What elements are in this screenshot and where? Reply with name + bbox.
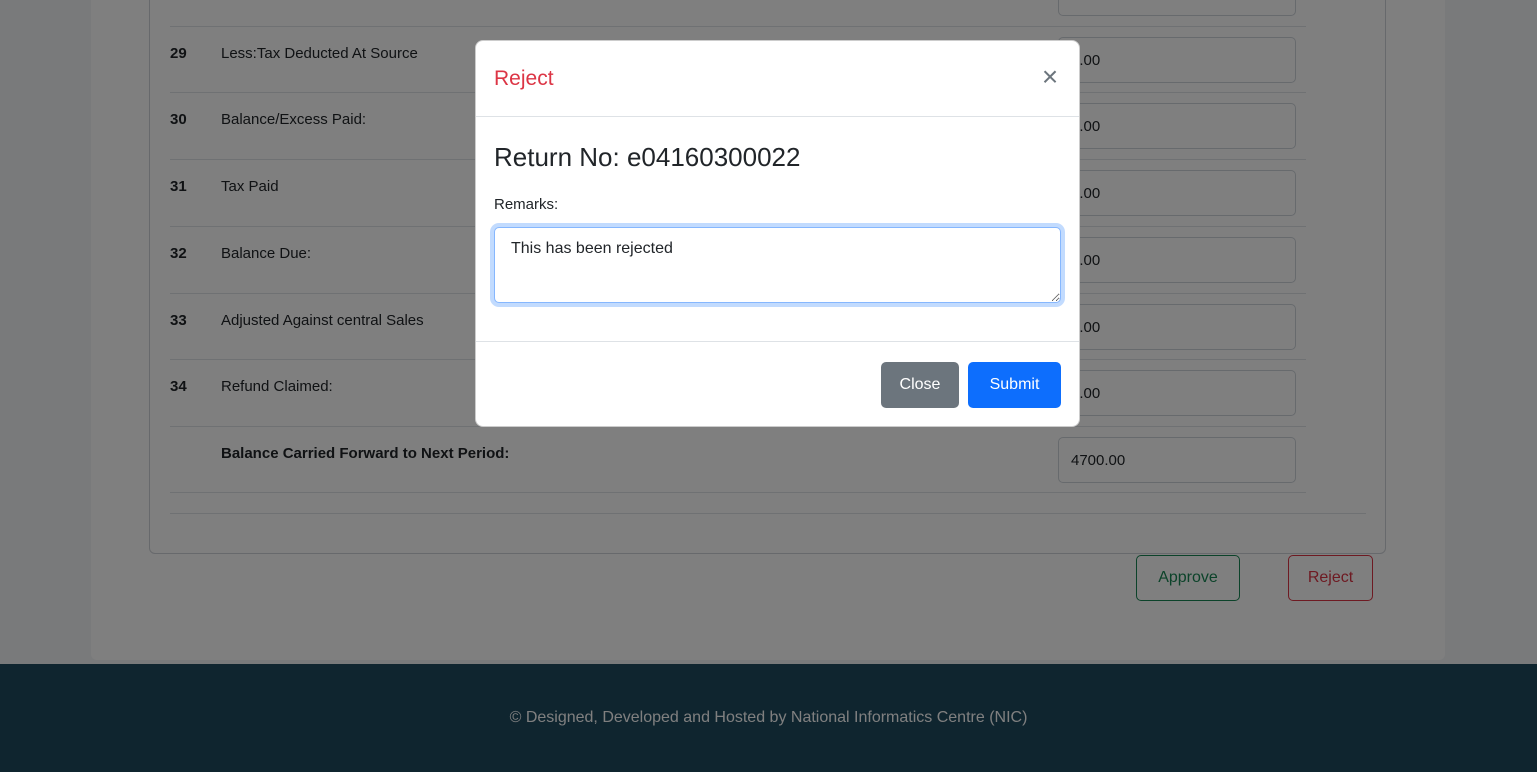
reject-modal: Reject × Return No: e04160300022 Remarks…	[475, 40, 1080, 427]
close-button[interactable]: Close	[881, 362, 959, 408]
modal-footer-divider	[476, 341, 1079, 342]
modal-title: Reject	[494, 67, 554, 90]
submit-button[interactable]: Submit	[968, 362, 1061, 408]
remarks-label: Remarks:	[494, 196, 559, 213]
return-number-heading: Return No: e04160300022	[494, 142, 801, 172]
modal-header: Reject ×	[476, 41, 1079, 117]
remarks-textarea[interactable]: This has been rejected	[494, 227, 1061, 303]
close-icon[interactable]: ×	[1037, 63, 1063, 93]
